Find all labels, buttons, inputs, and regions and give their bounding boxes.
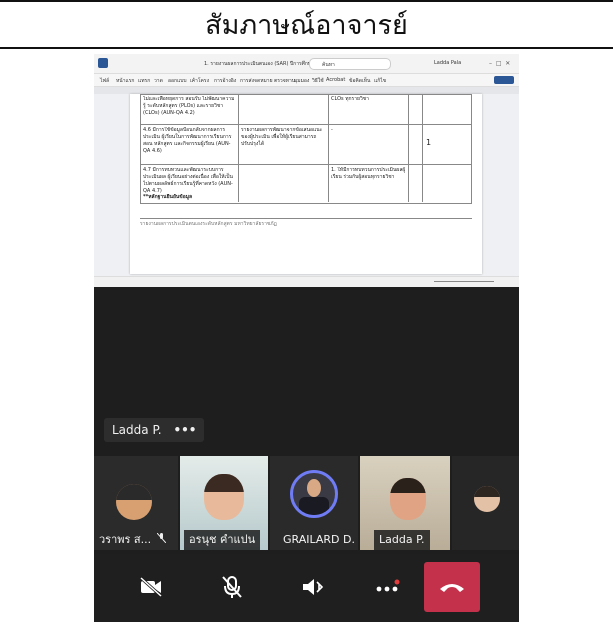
face-hair bbox=[204, 474, 244, 492]
participant-name: วราพร ส... bbox=[99, 533, 152, 546]
ribbon-tab[interactable]: การส่งจดหมาย bbox=[240, 77, 273, 85]
camera-off-icon bbox=[139, 577, 163, 597]
avatar bbox=[116, 484, 152, 520]
table-cell: 4.6 มีการใช้ข้อมูลป้อนกลับจากผลการประเมิ… bbox=[143, 127, 232, 154]
ribbon-tab[interactable]: การอ้างอิง bbox=[214, 77, 236, 85]
ribbon-tab[interactable]: ไฟล์ bbox=[100, 77, 109, 85]
footer-rule bbox=[140, 218, 472, 219]
face-hair bbox=[390, 478, 426, 493]
participant-tile[interactable]: GRAILARD D. bbox=[270, 456, 358, 550]
participant-tile[interactable] bbox=[452, 456, 519, 550]
active-speaker-label[interactable]: Ladda P. ••• bbox=[104, 418, 205, 442]
word-statusbar bbox=[94, 276, 519, 287]
audio-device-button[interactable] bbox=[290, 564, 336, 610]
more-icon bbox=[376, 579, 400, 592]
participant-name-bar: วราพร ส... bbox=[94, 530, 178, 550]
ribbon-tab[interactable]: ตรวจทาน bbox=[274, 77, 295, 85]
user-name: Ladda Pala bbox=[434, 60, 462, 66]
table-cell: 1. ให้มีการทบทวนการประเมินผลผู้เรียน ร่ว… bbox=[331, 167, 406, 180]
table-row-line bbox=[140, 164, 472, 165]
ribbon-tab[interactable]: เค้าโครง bbox=[190, 77, 209, 85]
ribbon-tabs: ไฟล์ หน้าแรก แทรก วาด ออกแบบ เค้าโครง กา… bbox=[94, 74, 519, 87]
table-column-line bbox=[408, 94, 409, 202]
table-cell: - bbox=[331, 127, 333, 133]
speaker-bluetooth-icon bbox=[303, 579, 324, 595]
word-app-icon bbox=[98, 58, 108, 68]
ribbon-tab[interactable]: วาด bbox=[154, 77, 163, 85]
avatar bbox=[290, 470, 338, 518]
window-title: 1. รายงานผลการประเมินตนเอง (SAR) ปีการศึ… bbox=[204, 61, 319, 67]
document-page: ไม่และเพื่อหยุดการ สอนรับ ไม่พัฒนาความรู… bbox=[130, 94, 482, 274]
mic-off-button[interactable] bbox=[209, 564, 255, 610]
call-controls bbox=[94, 554, 519, 622]
ribbon-tab[interactable]: ข้อคิดเห็น bbox=[349, 77, 370, 85]
ribbon-tab[interactable]: หน้าแรก bbox=[116, 77, 134, 85]
more-options-icon[interactable]: ••• bbox=[173, 423, 196, 437]
ruler bbox=[94, 87, 519, 94]
camera-off-button[interactable] bbox=[128, 564, 174, 610]
window-controls[interactable]: – □ ✕ bbox=[489, 60, 510, 67]
word-titlebar: 1. รายงานผลการประเมินตนเอง (SAR) ปีการศึ… bbox=[94, 54, 519, 74]
hang-up-icon bbox=[440, 584, 464, 592]
heading-rule bbox=[0, 47, 613, 49]
ribbon-tab[interactable]: วิธีใช้ bbox=[312, 77, 324, 85]
hang-up-button[interactable] bbox=[424, 562, 480, 612]
mic-muted-icon bbox=[156, 532, 166, 546]
shared-screen: 1. รายงานผลการประเมินตนเอง (SAR) ปีการศึ… bbox=[94, 54, 519, 287]
participant-tile[interactable]: Ladda P. bbox=[360, 456, 450, 550]
avatar-suit bbox=[299, 497, 329, 515]
participant-name: GRAILARD D. bbox=[283, 533, 355, 546]
ribbon-tab[interactable]: แก้ไข bbox=[374, 77, 386, 85]
participant-name-bar: GRAILARD D. bbox=[278, 530, 358, 550]
table-cell: CLOs ทุกรายวิชา bbox=[331, 96, 369, 102]
participant-name: อรนุช คำแปน bbox=[189, 533, 256, 546]
ribbon-tab[interactable]: ออกแบบ bbox=[168, 77, 187, 85]
ribbon-tab[interactable]: Acrobat bbox=[326, 77, 345, 83]
page-footer: รายงานผลการประเมินตนเองระดับหลักสูตร มหา… bbox=[140, 221, 277, 227]
search-placeholder: ค้นหา bbox=[322, 62, 335, 68]
mic-off-icon bbox=[222, 576, 242, 598]
avatar-hair bbox=[474, 486, 500, 497]
table-column-line bbox=[238, 94, 239, 202]
more-actions-button[interactable] bbox=[364, 564, 410, 610]
table-mark: 1 bbox=[426, 139, 432, 146]
participant-video-face bbox=[204, 474, 244, 520]
table-cell: ไม่และเพื่อหยุดการ สอนรับ ไม่พัฒนาความรู… bbox=[143, 96, 235, 116]
meeting-window: 1. รายงานผลการประเมินตนเอง (SAR) ปีการศึ… bbox=[94, 54, 519, 622]
participant-tile[interactable]: อรนุช คำแปน bbox=[180, 456, 268, 550]
participant-video-face bbox=[390, 478, 426, 520]
share-ribbon-button[interactable] bbox=[494, 76, 514, 84]
avatar-hair bbox=[116, 484, 152, 500]
page-heading: สัมภาษณ์อาจารย์ bbox=[205, 10, 408, 41]
table-column-line bbox=[422, 94, 423, 202]
search-box[interactable]: ค้นหา bbox=[309, 58, 391, 70]
table-row-line bbox=[140, 124, 472, 125]
speaker-name: Ladda P. bbox=[112, 423, 162, 437]
avatar bbox=[474, 486, 500, 512]
table-column-line bbox=[328, 94, 329, 202]
table-cell: 4.7 มีการทบทวนและพัฒนาระบบการประเมินผล ผ… bbox=[143, 167, 233, 194]
ribbon-tab[interactable]: มุมมอง bbox=[294, 77, 309, 85]
participant-tile[interactable]: วราพร ส... bbox=[94, 456, 178, 550]
avatar-face bbox=[307, 479, 321, 497]
participant-name-bar: Ladda P. bbox=[374, 530, 430, 550]
table-note: **หลักฐานยืนยันข้อมูล bbox=[143, 194, 193, 200]
top-rule bbox=[0, 0, 613, 2]
ribbon-tab[interactable]: แทรก bbox=[138, 77, 150, 85]
table-cell: รายงานผลการพัฒนาจากข้อเสนอแนะของผู้ประเม… bbox=[241, 127, 323, 147]
participant-name-bar: อรนุช คำแปน bbox=[184, 530, 261, 550]
zoom-slider[interactable] bbox=[434, 281, 494, 282]
participant-name: Ladda P. bbox=[379, 533, 425, 546]
